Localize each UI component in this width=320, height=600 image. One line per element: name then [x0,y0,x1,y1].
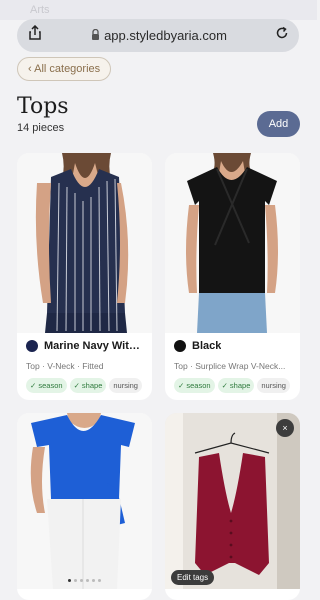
carousel-dot[interactable] [74,579,77,582]
share-icon[interactable] [27,24,43,46]
tag-season[interactable]: ✓ season [26,378,67,393]
ghost-header: Arts [0,0,317,20]
carousel-dot[interactable] [86,579,89,582]
address-bar[interactable]: app.styledbyaria.com [17,19,299,52]
carousel-dot[interactable] [98,579,101,582]
carousel-dots[interactable] [17,579,152,582]
item-card-burgundy[interactable]: × Edit tags [165,413,300,600]
close-icon[interactable]: × [276,419,294,437]
tag-nursing[interactable]: nursing [109,378,142,393]
item-photo [17,153,152,333]
url-text[interactable]: app.styledbyaria.com [104,28,227,43]
color-swatch [26,340,38,352]
color-swatch [174,340,186,352]
item-photo: × Edit tags [165,413,300,589]
all-categories-button[interactable]: ‹ All categories [17,57,112,81]
tag-shape[interactable]: ✓ shape [69,378,107,393]
item-meta: Top · Surplice Wrap V-Neck... [174,361,286,371]
lock-icon [91,28,100,43]
item-name: Black [192,340,222,352]
item-photo [17,413,152,589]
page-title: Tops [17,94,69,119]
item-meta: Top · V-Neck · Fitted [26,361,104,371]
tag-season[interactable]: ✓ season [174,378,215,393]
item-card-navy[interactable]: Marine Navy With ... Top · V-Neck · Fitt… [17,153,152,400]
item-card-black[interactable]: Black Top · Surplice Wrap V-Neck... ✓ se… [165,153,300,400]
item-photo [165,153,300,333]
add-button[interactable]: Add [257,111,300,137]
tag-nursing[interactable]: nursing [257,378,290,393]
carousel-dot[interactable] [80,579,83,582]
carousel-dot[interactable] [92,579,95,582]
item-name: Marine Navy With ... [44,340,143,352]
edit-tags-button[interactable]: Edit tags [171,570,215,585]
item-card-blue[interactable] [17,413,152,600]
item-count: 14 pieces [17,122,65,134]
reload-icon[interactable] [275,26,289,45]
tag-shape[interactable]: ✓ shape [217,378,255,393]
carousel-dot[interactable] [68,579,71,582]
